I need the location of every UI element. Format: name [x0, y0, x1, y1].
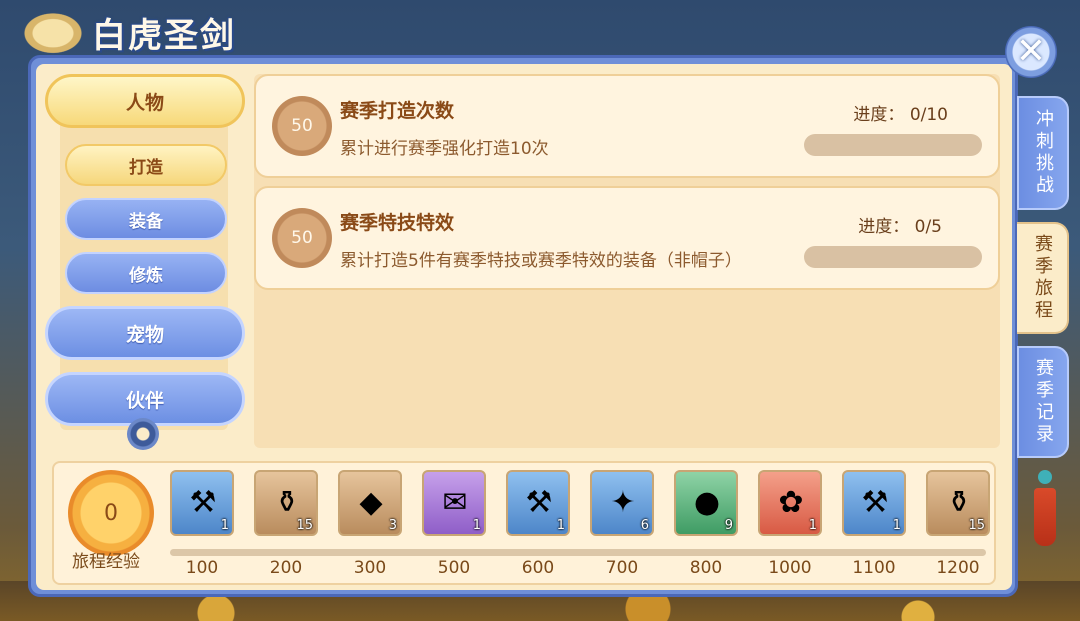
hammer-icon: ⚒ — [525, 485, 553, 520]
reward-quantity: 15 — [296, 518, 313, 533]
tiger-emblem-icon — [8, 2, 98, 54]
task-list: 50 赛季打造次数 累计进行赛季强化打造10次 进度： 0/10 50 赛季特技… — [254, 74, 1000, 448]
milestone-label: 600 — [521, 558, 555, 578]
nav-category-label: 伙伴 — [125, 389, 164, 412]
task-description: 累计进行赛季强化打造10次 — [340, 139, 549, 159]
progress-bar — [804, 246, 982, 268]
task-card: 50 赛季打造次数 累计进行赛季强化打造10次 进度： 0/10 — [254, 74, 1000, 178]
milestone-label: 800 — [689, 558, 723, 578]
reward-quantity: 9 — [724, 518, 733, 533]
milestone-label: 100 — [185, 558, 219, 578]
reward-quantity: 1 — [556, 518, 565, 533]
task-title: 赛季打造次数 — [340, 100, 455, 122]
milestone-label: 500 — [437, 558, 471, 578]
tab-label: 赛季记录 — [1033, 358, 1054, 446]
task-card: 50 赛季特技特效 累计打造5件有赛季特技或赛季特效的装备（非帽子） 进度： 0… — [254, 186, 1000, 290]
task-progress: 进度： 0/5 — [858, 212, 942, 237]
task-title: 赛季特技特效 — [340, 212, 455, 234]
close-button[interactable]: ✕ — [1005, 26, 1057, 78]
milestone-label: 1000 — [768, 558, 812, 578]
milestone-label: 200 — [269, 558, 303, 578]
progress-label: 进度： — [858, 217, 910, 237]
nav-category-character[interactable]: 人物 — [45, 74, 245, 128]
hammer-icon: ⚒ — [189, 485, 217, 520]
hammer-icon: ⚒ — [861, 485, 889, 520]
nav-category-pet[interactable]: 宠物 — [45, 306, 245, 360]
nav-sub-forge[interactable]: 打造 — [65, 144, 227, 186]
journey-exp-value: 0 — [104, 500, 118, 526]
title-banner: 白虎圣剑 — [0, 0, 270, 62]
nav-sub-cultivation[interactable]: 修炼 — [65, 252, 227, 294]
reward-slot[interactable]: ⚱ 15 — [254, 470, 318, 536]
task-points: 50 — [291, 228, 313, 248]
green-gem-icon: ✦ — [610, 485, 636, 520]
milestone-label: 300 — [353, 558, 387, 578]
tab-season-record[interactable]: 赛季记录 — [1017, 346, 1069, 458]
reward-quantity: 1 — [808, 518, 817, 533]
nav-sub-equipment[interactable]: 装备 — [65, 198, 227, 240]
orb-icon: ● — [693, 485, 721, 520]
progress-value: 0/5 — [914, 217, 942, 237]
category-nav: 人物 打造 装备 修炼 宠物 伙伴 — [45, 68, 250, 428]
reward-slot[interactable]: ⚒ 1 — [842, 470, 906, 536]
tab-sprint-challenge[interactable]: 冲刺挑战 — [1017, 96, 1069, 210]
task-points: 50 — [291, 116, 313, 136]
reward-slot[interactable]: ● 9 — [674, 470, 738, 536]
nav-sub-label: 装备 — [129, 211, 163, 232]
scroll-down-icon[interactable] — [127, 418, 159, 450]
progress-label: 进度： — [853, 105, 905, 125]
reward-slot[interactable]: ⚒ 1 — [506, 470, 570, 536]
journey-exp-orb: 0 — [68, 470, 154, 556]
nav-sub-label: 修炼 — [129, 265, 163, 286]
nav-sub-label: 打造 — [129, 157, 163, 178]
progress-bar — [804, 134, 982, 156]
reward-slot[interactable]: ✉ 1 — [422, 470, 486, 536]
reward-slot[interactable]: ✦ 6 — [590, 470, 654, 536]
reward-quantity: 1 — [220, 518, 229, 533]
journey-exp-label: 旅程经验 — [72, 552, 140, 572]
task-description: 累计打造5件有赛季特技或赛季特效的装备（非帽子） — [340, 251, 742, 271]
reward-slot[interactable]: ✿ 1 — [758, 470, 822, 536]
reward-quantity: 3 — [388, 518, 397, 533]
reward-quantity: 1 — [472, 518, 481, 533]
nav-category-label: 人物 — [125, 91, 164, 114]
journey-progress-line — [170, 549, 986, 556]
milestone-label: 1200 — [936, 558, 980, 578]
milestone-label: 700 — [605, 558, 639, 578]
crystal-icon: ◆ — [359, 485, 383, 520]
tab-season-journey[interactable]: 赛季旅程 — [1017, 222, 1069, 334]
reward-quantity: 15 — [968, 518, 985, 533]
reward-slot[interactable]: ◆ 3 — [338, 470, 402, 536]
milestone-label: 1100 — [852, 558, 896, 578]
reward-quantity: 6 — [640, 518, 649, 533]
reward-slot[interactable]: ⚱ 15 — [926, 470, 990, 536]
scroll-icon: ✉ — [442, 485, 468, 520]
tab-label: 冲刺挑战 — [1033, 109, 1054, 197]
game-title: 白虎圣剑 — [92, 16, 236, 56]
nav-category-label: 宠物 — [125, 323, 164, 346]
reward-slot[interactable]: ⚒ 1 — [170, 470, 234, 536]
tassel-ornament-icon — [1032, 470, 1058, 550]
progress-value: 0/10 — [909, 105, 948, 125]
points-badge: 50 — [272, 96, 332, 156]
reward-quantity: 1 — [892, 518, 901, 533]
points-badge: 50 — [272, 208, 332, 268]
tab-label: 赛季旅程 — [1032, 234, 1053, 322]
task-progress: 进度： 0/10 — [853, 100, 948, 125]
close-icon: ✕ — [1015, 31, 1047, 72]
talisman-icon: ✿ — [778, 485, 804, 520]
